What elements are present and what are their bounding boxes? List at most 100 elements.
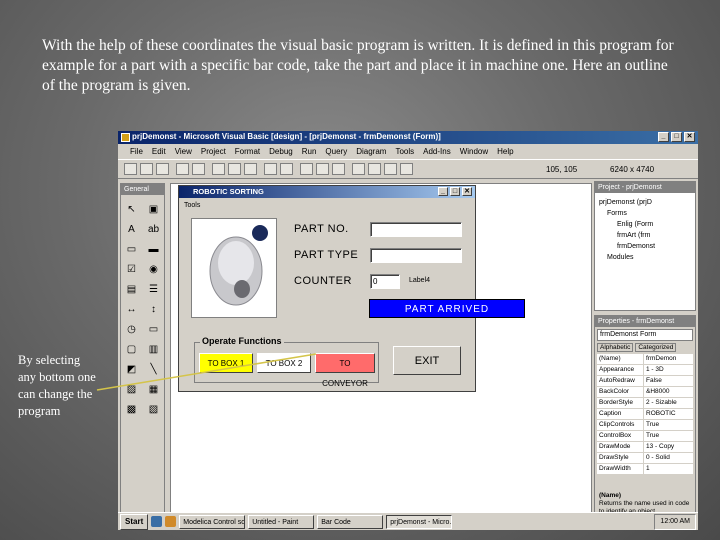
combobox-tool-icon[interactable]: ▤ bbox=[123, 281, 140, 297]
property-row[interactable]: ClipControls True bbox=[597, 420, 693, 431]
tree-item-form-3[interactable]: frmDemonst bbox=[599, 241, 693, 252]
listbox-tool-icon[interactable]: ☰ bbox=[145, 281, 162, 297]
property-value[interactable]: 2 - Sizable bbox=[644, 398, 693, 408]
pointer-tool-icon[interactable]: ↖ bbox=[123, 201, 140, 217]
copy-icon[interactable] bbox=[228, 163, 241, 175]
menu-addins[interactable]: Add-Ins bbox=[423, 147, 451, 156]
task-vb[interactable]: prjDemonst - Micro... bbox=[386, 514, 453, 529]
property-row[interactable]: BorderStyle 2 - Sizable bbox=[597, 398, 693, 409]
property-row[interactable]: DrawMode 13 - Copy bbox=[597, 442, 693, 453]
menu-edit[interactable]: Edit bbox=[152, 147, 166, 156]
cut-icon[interactable] bbox=[212, 163, 225, 175]
menu-query[interactable]: Query bbox=[325, 147, 347, 156]
form-close-button[interactable]: ✕ bbox=[462, 187, 472, 196]
menu-window[interactable]: Window bbox=[460, 147, 488, 156]
to-box-2-button[interactable]: TO BOX 2 bbox=[257, 353, 311, 373]
redo-icon[interactable] bbox=[280, 163, 293, 175]
property-value[interactable]: True bbox=[644, 420, 693, 430]
property-value[interactable]: &H8000 bbox=[644, 387, 693, 397]
tree-item-project[interactable]: prjDemonst (prjD bbox=[599, 197, 693, 208]
tree-item-form-1[interactable]: Enlig (Form bbox=[599, 219, 693, 230]
shape-tool-icon[interactable]: ◩ bbox=[123, 361, 140, 377]
property-value[interactable]: ROBOTIC bbox=[644, 409, 693, 419]
properties-window-icon[interactable] bbox=[368, 163, 381, 175]
task-modelica[interactable]: Modelica Control so... bbox=[179, 514, 246, 529]
exit-button[interactable]: EXIT bbox=[393, 346, 461, 375]
menu-tools[interactable]: Tools bbox=[395, 147, 414, 156]
tree-item-form-2[interactable]: frmArt (frm bbox=[599, 230, 693, 241]
menu-file[interactable]: File bbox=[130, 147, 143, 156]
media-quicklaunch-icon[interactable] bbox=[165, 516, 177, 527]
menu-debug[interactable]: Debug bbox=[269, 147, 293, 156]
property-row[interactable]: ControlBox True bbox=[597, 431, 693, 442]
open-icon[interactable] bbox=[176, 163, 189, 175]
property-row[interactable]: Caption ROBOTIC bbox=[597, 409, 693, 420]
hscroll-tool-icon[interactable]: ↔ bbox=[123, 301, 140, 317]
textbox-tool-icon[interactable]: ab bbox=[145, 221, 162, 237]
form-minimize-button[interactable]: _ bbox=[438, 187, 448, 196]
filelist-tool-icon[interactable]: ▥ bbox=[145, 341, 162, 357]
part-no-input[interactable] bbox=[370, 222, 462, 237]
minimize-button[interactable]: _ bbox=[658, 132, 669, 142]
line-tool-icon[interactable]: ╲ bbox=[145, 361, 162, 377]
image-tool-icon[interactable]: ▨ bbox=[123, 381, 140, 397]
paste-icon[interactable] bbox=[244, 163, 257, 175]
extra-tool-icon[interactable]: ▧ bbox=[145, 401, 162, 417]
to-box-1-button[interactable]: TO BOX 1 bbox=[199, 353, 253, 373]
property-value[interactable]: 1 - 3D bbox=[644, 365, 693, 375]
menu-format[interactable]: Format bbox=[235, 147, 260, 156]
project-explorer-icon[interactable] bbox=[352, 163, 365, 175]
maximize-button[interactable]: □ bbox=[671, 132, 682, 142]
start-button[interactable]: Start bbox=[120, 513, 149, 530]
label-tool-icon[interactable]: A bbox=[123, 221, 140, 237]
object-browser-icon[interactable] bbox=[384, 163, 397, 175]
tree-item-forms[interactable]: Forms bbox=[599, 208, 693, 219]
picturebox-tool-icon[interactable]: ▣ bbox=[145, 201, 162, 217]
property-row[interactable]: BackColor &H8000 bbox=[597, 387, 693, 398]
property-row[interactable]: DrawStyle 0 - Solid bbox=[597, 453, 693, 464]
property-value[interactable]: 0 - Solid bbox=[644, 453, 693, 463]
close-button[interactable]: ✕ bbox=[684, 132, 695, 142]
optionbutton-tool-icon[interactable]: ◉ bbox=[145, 261, 162, 277]
save-icon[interactable] bbox=[192, 163, 205, 175]
checkbox-tool-icon[interactable]: ☑ bbox=[123, 261, 140, 277]
menu-run[interactable]: Run bbox=[302, 147, 317, 156]
property-row[interactable]: DrawWidth 1 bbox=[597, 464, 693, 475]
property-value[interactable]: frmDemon bbox=[644, 354, 693, 364]
menu-view[interactable]: View bbox=[175, 147, 192, 156]
tools-tab[interactable]: Tools bbox=[184, 202, 200, 209]
add-form-icon[interactable] bbox=[140, 163, 153, 175]
menu-diagram[interactable]: Diagram bbox=[356, 147, 386, 156]
tab-categorized[interactable]: Categorized bbox=[635, 343, 677, 352]
vscroll-tool-icon[interactable]: ↕ bbox=[145, 301, 162, 317]
property-value[interactable]: 13 - Copy bbox=[644, 442, 693, 452]
task-paint[interactable]: Untitled - Paint bbox=[248, 514, 315, 529]
task-bar-code[interactable]: Bar Code bbox=[317, 514, 384, 529]
property-row[interactable]: Appearance 1 - 3D bbox=[597, 365, 693, 376]
tab-alphabetic[interactable]: Alphabetic bbox=[597, 343, 634, 352]
object-select[interactable]: frmDemonst Form bbox=[597, 329, 693, 341]
add-project-icon[interactable] bbox=[124, 163, 137, 175]
property-value[interactable]: False bbox=[644, 376, 693, 386]
toolbox-icon[interactable] bbox=[400, 163, 413, 175]
dirlist-tool-icon[interactable]: ▢ bbox=[123, 341, 140, 357]
form-maximize-button[interactable]: □ bbox=[450, 187, 460, 196]
undo-icon[interactable] bbox=[264, 163, 277, 175]
end-icon[interactable] bbox=[332, 163, 345, 175]
menu-editor-icon[interactable] bbox=[156, 163, 169, 175]
timer-tool-icon[interactable]: ◷ bbox=[123, 321, 140, 337]
ole-tool-icon[interactable]: ▩ bbox=[123, 401, 140, 417]
to-conveyor-button[interactable]: TO CONVEYOR bbox=[315, 353, 375, 388]
property-row[interactable]: AutoRedraw False bbox=[597, 376, 693, 387]
commandbutton-tool-icon[interactable]: ▬ bbox=[145, 241, 162, 257]
ie-quicklaunch-icon[interactable] bbox=[151, 516, 163, 527]
property-row[interactable]: (Name) frmDemon bbox=[597, 354, 693, 365]
part-type-input[interactable] bbox=[370, 248, 462, 263]
data-tool-icon[interactable]: ▦ bbox=[145, 381, 162, 397]
menu-project[interactable]: Project bbox=[201, 147, 226, 156]
tree-item-modules[interactable]: Modules bbox=[599, 252, 693, 263]
property-value[interactable]: True bbox=[644, 431, 693, 441]
menu-help[interactable]: Help bbox=[497, 147, 513, 156]
drivelist-tool-icon[interactable]: ▭ bbox=[145, 321, 162, 337]
frame-tool-icon[interactable]: ▭ bbox=[123, 241, 140, 257]
